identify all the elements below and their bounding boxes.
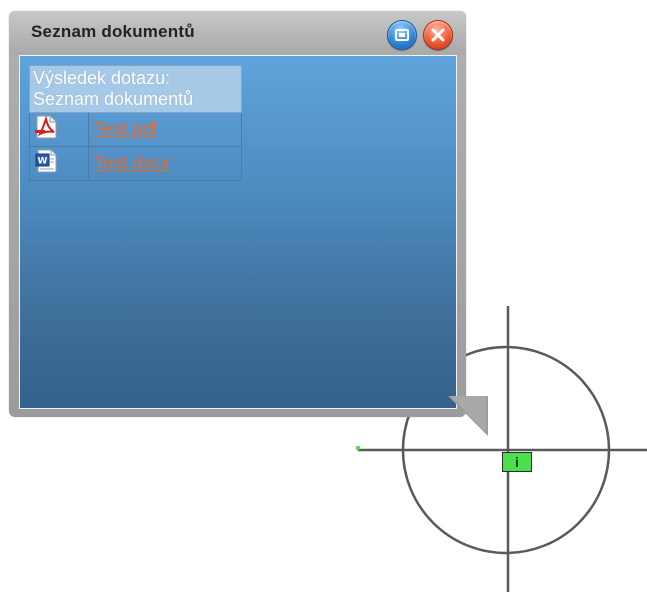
popup-title: Seznam dokumentů: [31, 22, 195, 41]
pdf-file-icon[interactable]: [34, 114, 60, 140]
result-table: Výsledek dotazu: Seznam dokumentů Test.p…: [29, 65, 242, 181]
icon-cell: W: [29, 146, 89, 181]
header-line-2: Seznam dokumentů: [33, 89, 194, 109]
close-button[interactable]: [423, 20, 453, 50]
anchor-dot: [356, 446, 360, 450]
table-header: Výsledek dotazu: Seznam dokumentů: [29, 65, 242, 113]
table-row: Test.pdf: [29, 112, 242, 147]
table-row: W Test.docx: [29, 146, 242, 181]
map-stage: Seznam dokumentů Výsledek dotazu: Seznam…: [0, 0, 647, 592]
word-file-icon[interactable]: W: [34, 148, 60, 174]
header-line-1: Výsledek dotazu:: [33, 68, 171, 88]
table-header-row: Výsledek dotazu: Seznam dokumentů: [29, 65, 242, 113]
popup-titlebar[interactable]: Seznam dokumentů: [9, 11, 466, 55]
restore-icon: [395, 29, 409, 41]
link-cell: Test.docx: [88, 146, 242, 181]
svg-text:W: W: [38, 157, 48, 167]
icon-cell: [29, 112, 89, 147]
restore-button[interactable]: [387, 20, 417, 50]
popup-content: Výsledek dotazu: Seznam dokumentů Test.p…: [19, 55, 457, 409]
close-icon: [431, 28, 445, 42]
link-cell: Test.pdf: [88, 112, 242, 147]
popup-pointer-tail: [448, 396, 488, 436]
document-link-docx[interactable]: Test.docx: [89, 153, 170, 173]
document-popup: Seznam dokumentů Výsledek dotazu: Seznam…: [9, 11, 466, 417]
document-link-pdf[interactable]: Test.pdf: [89, 119, 157, 139]
info-marker[interactable]: i: [502, 452, 532, 472]
